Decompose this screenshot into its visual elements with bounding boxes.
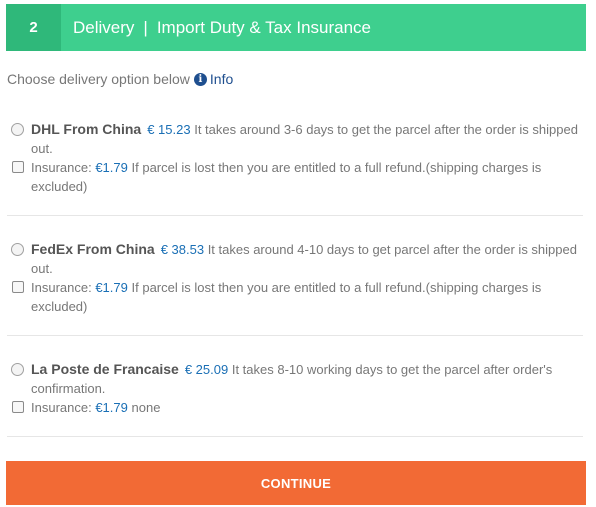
option-price: € 38.53 xyxy=(160,242,205,257)
insurance-checkbox-dhl[interactable] xyxy=(12,161,24,173)
option-name: La Poste de Francaise xyxy=(31,361,179,377)
delivery-option-dhl: DHL From China € 15.23 It takes around 3-… xyxy=(7,120,583,216)
delivery-radio-fedex[interactable] xyxy=(11,243,24,256)
option-name: FedEx From China xyxy=(31,241,155,257)
insurance-checkbox-la-poste[interactable] xyxy=(12,401,24,413)
header-subtitle: Import Duty & Tax Insurance xyxy=(156,17,371,37)
insurance-row: Insurance: €1.79 none xyxy=(7,398,583,417)
insurance-row: Insurance: €1.79 If parcel is lost then … xyxy=(7,158,583,196)
delivery-prompt: Choose delivery option below i Info xyxy=(7,71,233,87)
option-name: DHL From China xyxy=(31,121,142,137)
prompt-text: Choose delivery option below xyxy=(7,71,190,87)
delivery-option-la-poste: La Poste de Francaise € 25.09 It takes 8-… xyxy=(7,360,583,437)
option-price: € 15.23 xyxy=(147,122,191,137)
insurance-note: none xyxy=(131,400,161,415)
option-row: La Poste de Francaise € 25.09 It takes 8-… xyxy=(7,360,583,398)
info-link[interactable]: Info xyxy=(210,71,233,87)
option-price: € 25.09 xyxy=(184,362,229,377)
insurance-amount: €1.79 xyxy=(95,280,128,295)
insurance-row: Insurance: €1.79 If parcel is lost then … xyxy=(7,278,583,316)
insurance-label: Insurance: xyxy=(31,400,92,415)
continue-button[interactable]: CONTINUE xyxy=(6,461,586,505)
header-title: Delivery | Import Duty & Tax Insurance xyxy=(61,18,371,38)
option-row: FedEx From China € 38.53 It takes around … xyxy=(7,240,583,278)
insurance-checkbox-fedex[interactable] xyxy=(12,281,24,293)
step-number: 2 xyxy=(6,4,61,51)
header-separator: | xyxy=(143,17,148,37)
insurance-label: Insurance: xyxy=(31,160,92,175)
header-title-delivery: Delivery xyxy=(73,17,135,37)
delivery-radio-la-poste[interactable] xyxy=(11,363,24,376)
insurance-label: Insurance: xyxy=(31,280,92,295)
insurance-amount: €1.79 xyxy=(95,160,128,175)
delivery-radio-dhl[interactable] xyxy=(11,123,24,136)
insurance-amount: €1.79 xyxy=(95,400,128,415)
delivery-option-fedex: FedEx From China € 38.53 It takes around … xyxy=(7,240,583,336)
option-row: DHL From China € 15.23 It takes around 3-… xyxy=(7,120,583,158)
section-header: 2 Delivery | Import Duty & Tax Insurance xyxy=(6,4,586,51)
info-icon[interactable]: i xyxy=(193,72,207,86)
